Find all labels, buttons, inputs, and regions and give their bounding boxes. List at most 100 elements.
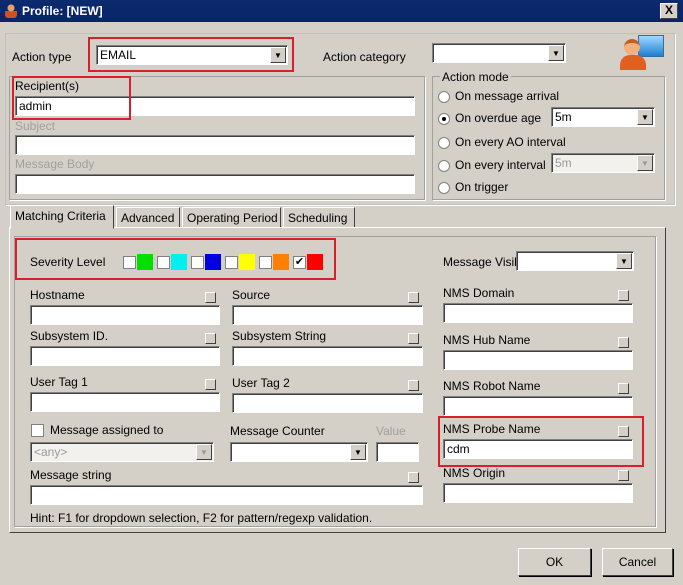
subsystem-id-label: Subsystem ID. bbox=[30, 329, 109, 343]
hostname-pattern-toggle[interactable] bbox=[205, 292, 216, 303]
severity-checkboxes: ✔ bbox=[123, 254, 323, 270]
nms-hub-name-label: NMS Hub Name bbox=[443, 333, 531, 347]
severity-checkbox[interactable] bbox=[225, 254, 255, 270]
chevron-down-icon: ▼ bbox=[637, 109, 653, 125]
user-computer-icon bbox=[620, 35, 666, 71]
user-icon bbox=[5, 4, 17, 18]
radio-on-overdue-age[interactable]: On overdue age bbox=[438, 111, 541, 125]
radio-on-trigger[interactable]: On trigger bbox=[438, 180, 508, 194]
message-string-pattern-toggle[interactable] bbox=[408, 472, 419, 483]
hostname-input[interactable] bbox=[30, 305, 220, 325]
value-input[interactable] bbox=[376, 442, 419, 462]
radio-on-every-ao-interval[interactable]: On every AO interval bbox=[438, 135, 566, 149]
checkbox-icon bbox=[157, 255, 170, 269]
chevron-down-icon: ▼ bbox=[616, 253, 632, 269]
nms-origin-pattern-toggle[interactable] bbox=[618, 470, 629, 481]
radio-label: On overdue age bbox=[455, 111, 542, 125]
value-label: Value bbox=[376, 424, 406, 438]
message-assigned-checkbox[interactable] bbox=[31, 424, 44, 437]
nms-origin-input[interactable] bbox=[443, 483, 633, 503]
tab-matching-criteria[interactable]: Matching Criteria bbox=[10, 205, 114, 229]
hint-text: Hint: F1 for dropdown selection, F2 for … bbox=[30, 511, 373, 525]
nms-domain-pattern-toggle[interactable] bbox=[618, 290, 629, 301]
source-pattern-toggle[interactable] bbox=[408, 292, 419, 303]
radio-icon bbox=[438, 90, 450, 103]
overdue-value: 5m bbox=[555, 110, 572, 124]
severity-checkbox[interactable] bbox=[259, 254, 289, 270]
nms-robot-name-input[interactable] bbox=[443, 396, 633, 416]
nms-robot-name-label: NMS Robot Name bbox=[443, 379, 541, 393]
source-label: Source bbox=[232, 288, 271, 302]
nms-origin-label: NMS Origin bbox=[443, 466, 506, 480]
action-type-label: Action type bbox=[12, 50, 72, 64]
checkbox-icon bbox=[259, 255, 272, 269]
chevron-down-icon: ▼ bbox=[637, 155, 653, 171]
interval-value: 5m bbox=[555, 156, 572, 170]
interval-select[interactable]: 5m ▼ bbox=[551, 153, 655, 173]
message-assigned-select[interactable]: <any> ▼ bbox=[30, 442, 214, 462]
checkmark-icon: ✔ bbox=[293, 255, 306, 269]
nms-hub-name-input[interactable] bbox=[443, 350, 633, 370]
nms-robot-name-pattern-toggle[interactable] bbox=[618, 383, 629, 394]
radio-icon bbox=[438, 159, 450, 172]
tab-scheduling[interactable]: Scheduling bbox=[283, 207, 355, 228]
message-assigned-label: Message assigned to bbox=[50, 423, 164, 437]
title-bar: Profile: [NEW] bbox=[0, 0, 683, 22]
tab-operating-period[interactable]: Operating Period bbox=[182, 207, 281, 228]
close-button[interactable]: X bbox=[660, 3, 678, 19]
message-string-input[interactable] bbox=[30, 485, 423, 505]
action-mode-label: Action mode bbox=[440, 70, 511, 84]
user-tag-1-label: User Tag 1 bbox=[30, 375, 88, 389]
message-counter-select[interactable]: ▼ bbox=[230, 442, 368, 462]
message-visibility-select[interactable]: ▼ bbox=[516, 251, 634, 271]
checkbox-icon bbox=[191, 255, 204, 269]
action-type-value: EMAIL bbox=[100, 48, 137, 62]
severity-checkbox[interactable] bbox=[191, 254, 221, 270]
user-tag-2-input[interactable] bbox=[232, 393, 423, 413]
message-body-label: Message Body bbox=[15, 157, 95, 171]
severity-checkbox[interactable] bbox=[123, 254, 153, 270]
subject-label: Subject bbox=[15, 119, 56, 133]
radio-label: On message arrival bbox=[455, 89, 560, 103]
user-tag-2-label: User Tag 2 bbox=[232, 376, 290, 390]
radio-label: On trigger bbox=[455, 180, 509, 194]
subsystem-string-input[interactable] bbox=[232, 346, 423, 366]
subsystem-string-pattern-toggle[interactable] bbox=[408, 333, 419, 344]
nms-domain-label: NMS Domain bbox=[443, 286, 515, 300]
cancel-button[interactable]: Cancel bbox=[602, 548, 673, 576]
subsystem-id-pattern-toggle[interactable] bbox=[205, 333, 216, 344]
subsystem-id-input[interactable] bbox=[30, 346, 220, 366]
message-counter-label: Message Counter bbox=[230, 424, 325, 438]
action-category-label: Action category bbox=[323, 50, 406, 64]
message-string-label: Message string bbox=[30, 468, 112, 482]
radio-selected-icon bbox=[438, 112, 450, 125]
radio-on-every-interval[interactable]: On every interval bbox=[438, 158, 546, 172]
severity-checkbox[interactable]: ✔ bbox=[293, 254, 323, 270]
nms-domain-input[interactable] bbox=[443, 303, 633, 323]
radio-icon bbox=[438, 181, 450, 194]
chevron-down-icon: ▼ bbox=[548, 45, 564, 61]
subsystem-string-label: Subsystem String bbox=[232, 329, 327, 343]
severity-level-label: Severity Level bbox=[30, 255, 106, 269]
radio-label: On every AO interval bbox=[455, 135, 566, 149]
subject-input[interactable] bbox=[15, 135, 415, 155]
user-tag-2-pattern-toggle[interactable] bbox=[408, 380, 419, 391]
window-title: Profile: [NEW] bbox=[22, 4, 103, 18]
source-input[interactable] bbox=[232, 305, 423, 325]
message-body-input[interactable] bbox=[15, 174, 415, 194]
highlight-recipients bbox=[12, 76, 131, 120]
user-tag-1-input[interactable] bbox=[30, 392, 220, 412]
chevron-down-icon: ▼ bbox=[196, 444, 212, 460]
severity-checkbox[interactable] bbox=[157, 254, 187, 270]
radio-icon bbox=[438, 136, 450, 149]
radio-on-message-arrival[interactable]: On message arrival bbox=[438, 89, 559, 103]
user-tag-1-pattern-toggle[interactable] bbox=[205, 379, 216, 390]
ok-button[interactable]: OK bbox=[518, 548, 591, 576]
action-type-select[interactable]: EMAIL ▼ bbox=[96, 45, 288, 65]
checkbox-icon bbox=[225, 255, 238, 269]
assigned-placeholder: <any> bbox=[34, 445, 68, 459]
overdue-age-select[interactable]: 5m ▼ bbox=[551, 107, 655, 127]
action-category-select[interactable]: ▼ bbox=[432, 43, 566, 63]
nms-hub-name-pattern-toggle[interactable] bbox=[618, 337, 629, 348]
tab-advanced[interactable]: Advanced bbox=[116, 207, 180, 228]
